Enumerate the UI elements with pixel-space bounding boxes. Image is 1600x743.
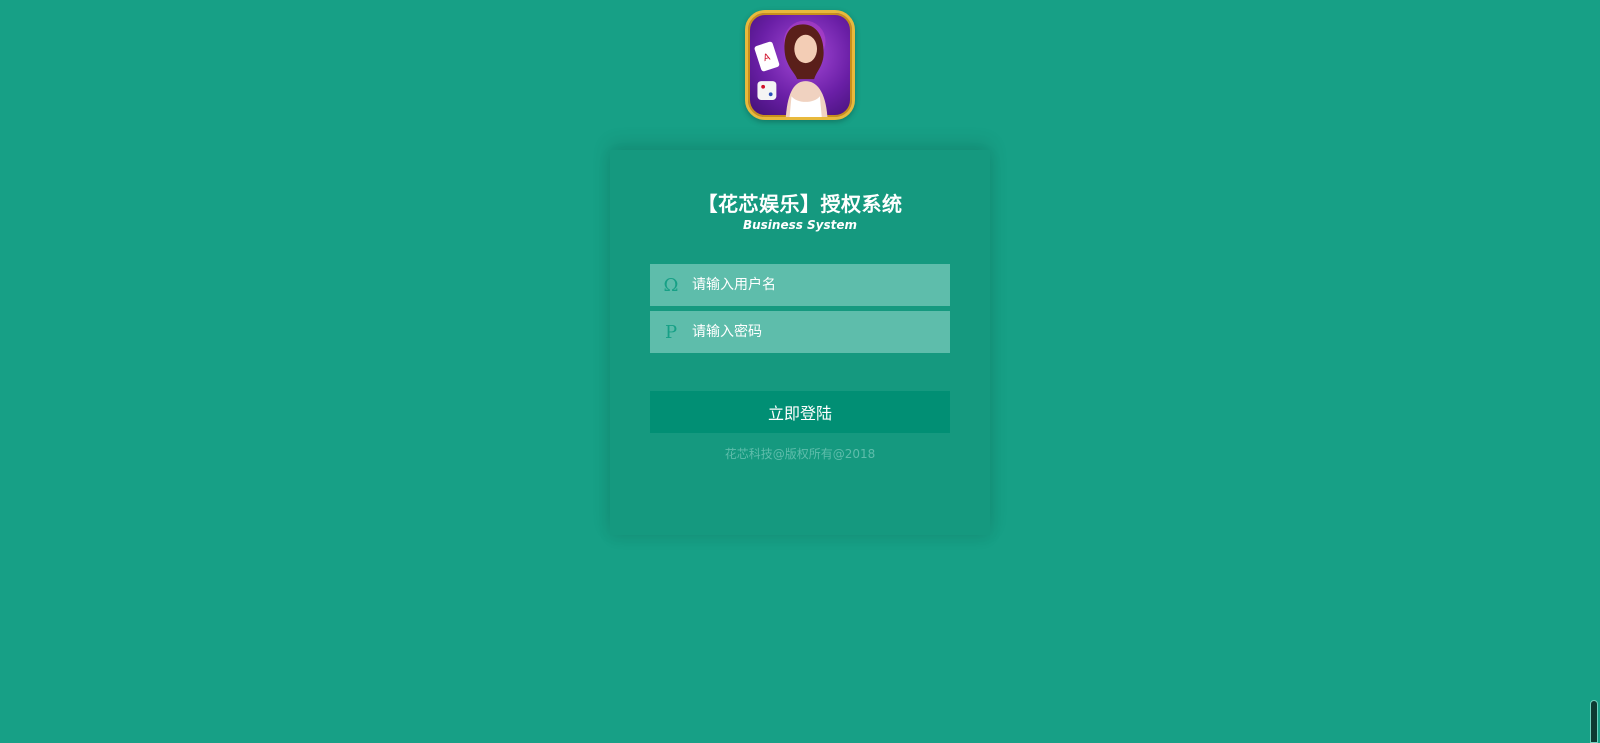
username-field[interactable]: Ω	[650, 264, 950, 306]
app-logo-icon: A	[745, 10, 855, 120]
login-button[interactable]: 立即登陆	[650, 391, 950, 433]
password-icon: P	[664, 321, 678, 343]
copyright-text: 花芯科技@版权所有@2018	[724, 447, 876, 461]
password-input[interactable]	[692, 311, 950, 353]
login-panel: 【花芯娱乐】授权系统 Business System Ω P 立即登陆 花芯科技…	[610, 150, 990, 535]
scrollbar-handle[interactable]	[1590, 700, 1598, 743]
page-subtitle: Business System	[742, 218, 858, 232]
page-title: 【花芯娱乐】授权系统	[697, 192, 903, 216]
username-input[interactable]	[692, 264, 950, 306]
password-field[interactable]: P	[650, 311, 950, 353]
user-icon: Ω	[663, 274, 679, 296]
